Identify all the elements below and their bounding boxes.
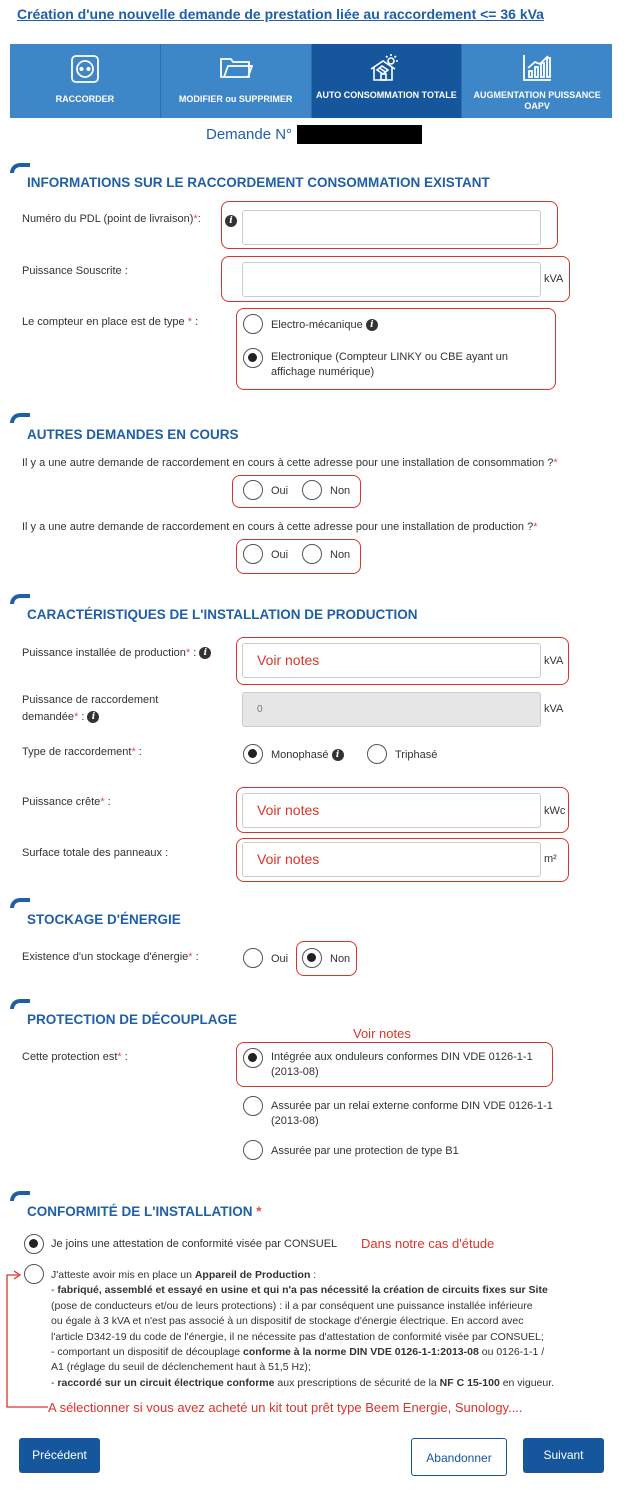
- protection-label: Cette protection est* :: [22, 1051, 128, 1063]
- q1-non-radio[interactable]: [302, 480, 322, 500]
- pdl-label: Numéro du PDL (point de livraison)*:: [22, 213, 201, 225]
- oui-label: Oui: [271, 953, 289, 965]
- compteur-label: Le compteur en place est de type * :: [22, 316, 199, 328]
- annotation-arrow: [6, 1270, 48, 1408]
- monophase-radio[interactable]: [243, 744, 263, 764]
- unit-label: m²: [544, 853, 557, 865]
- section-corner-mark: [10, 594, 30, 604]
- tab-label: AUTO CONSOMMATION TOTALE: [315, 90, 457, 100]
- oui-label: Oui: [271, 485, 289, 497]
- puissance-crete-input[interactable]: Voir notes: [242, 793, 541, 828]
- annotation-note: Dans notre cas d'étude: [361, 1236, 495, 1251]
- protection-opt1-label: Intégrée aux onduleurs conformes DIN VDE…: [271, 1051, 533, 1078]
- non-label: Non: [330, 549, 351, 561]
- tab-raccorder[interactable]: RACCORDER: [10, 44, 161, 118]
- redacted-number: [297, 125, 422, 144]
- section-corner-mark: [10, 163, 30, 173]
- triphase-label: Triphasé: [395, 749, 438, 761]
- question-consommation: Il y a une autre demande de raccordement…: [22, 457, 558, 469]
- surface-input[interactable]: Voir notes: [242, 842, 541, 877]
- puissance-raccordement-input: 0: [242, 692, 541, 727]
- protection-b1-radio[interactable]: [243, 1140, 263, 1160]
- section-title-protection: PROTECTION DE DÉCOUPLAGE: [27, 1012, 238, 1027]
- puissance-crete-label: Puissance crête* :: [22, 796, 111, 808]
- info-icon[interactable]: i: [199, 647, 212, 660]
- section-corner-mark: [10, 1191, 30, 1201]
- q2-non-radio[interactable]: [302, 544, 322, 564]
- compteur-electronique-radio[interactable]: [243, 348, 263, 368]
- section-corner-mark: [10, 413, 30, 423]
- tab-modifier[interactable]: MODIFIER ou SUPPRIMER: [161, 44, 312, 118]
- demande-number-label: Demande N°: [206, 126, 293, 143]
- tab-label: RACCORDER: [55, 94, 115, 104]
- page-title[interactable]: Création d'une nouvelle demande de prest…: [17, 6, 544, 22]
- bar-chart-icon: [523, 55, 552, 81]
- compteur-opt2-label: Electronique (Compteur LINKY ou CBE ayan…: [271, 351, 509, 378]
- tab-auto-consommation[interactable]: AUTO CONSOMMATION TOTALE: [311, 44, 463, 118]
- section-corner-mark: [10, 898, 30, 908]
- puissance-installee-label: Puissance installée de production* : i: [22, 647, 212, 660]
- socket-icon: [70, 55, 99, 83]
- section-title-raccordement: INFORMATIONS SUR LE RACCORDEMENT CONSOMM…: [27, 175, 490, 190]
- conformite-consuel-radio[interactable]: [24, 1234, 44, 1254]
- info-icon[interactable]: i: [331, 749, 344, 762]
- unit-label: kVA: [544, 655, 564, 667]
- puissance-installee-input[interactable]: Voir notes: [242, 643, 541, 678]
- conformite-opt1-label: Je joins une attestation de conformité v…: [51, 1238, 338, 1250]
- surface-label: Surface totale des panneaux :: [22, 847, 169, 859]
- tab-label: MODIFIER ou SUPPRIMER: [178, 94, 293, 104]
- section-title-production: CARACTÉRISTIQUES DE L'INSTALLATION DE PR…: [27, 607, 418, 622]
- unit-label: kWc: [544, 805, 566, 817]
- unit-label: kVA: [544, 703, 564, 715]
- monophase-label: Monophasé i: [271, 748, 344, 763]
- cancel-button[interactable]: Abandonner: [411, 1438, 507, 1476]
- next-button[interactable]: Suivant: [523, 1438, 604, 1473]
- solar-house-icon: [370, 54, 399, 81]
- section-corner-mark: [10, 999, 30, 1009]
- protection-opt3-label: Assurée par une protection de type B1: [271, 1145, 459, 1157]
- section-title-stockage: STOCKAGE D'ÉNERGIE: [27, 912, 181, 927]
- puissance-raccordement-label-2: demandée* : i: [22, 711, 100, 724]
- previous-button[interactable]: Précédent: [19, 1438, 100, 1473]
- section-title-autres-demandes: AUTRES DEMANDES EN COURS: [27, 427, 239, 442]
- folder-icon: [219, 58, 253, 78]
- non-label: Non: [330, 485, 351, 497]
- annotation-note: Voir notes: [353, 1026, 411, 1041]
- protection-relai-radio[interactable]: [243, 1096, 263, 1116]
- info-icon[interactable]: i: [365, 319, 378, 332]
- stockage-non-radio[interactable]: [302, 948, 322, 968]
- puissance-raccordement-label: Puissance de raccordement: [22, 694, 159, 706]
- protection-onduleurs-radio[interactable]: [243, 1048, 263, 1068]
- tab-augmentation[interactable]: AUGMENTATION PUISSANCE OAPV: [462, 44, 612, 118]
- protection-opt2-label: Assurée par un relai externe conforme DI…: [271, 1100, 553, 1127]
- tab-bar: RACCORDER MODIFIER ou SUPPRIMER AUTO CON…: [10, 44, 612, 118]
- puissance-souscrite-input[interactable]: [242, 262, 541, 297]
- triphase-radio[interactable]: [367, 744, 387, 764]
- puissance-souscrite-label: Puissance Souscrite :: [22, 265, 128, 277]
- q2-oui-radio[interactable]: [243, 544, 263, 564]
- compteur-opt1-label: Electro-mécanique i: [271, 318, 378, 333]
- info-icon[interactable]: i: [87, 711, 100, 724]
- compteur-electromecanique-radio[interactable]: [243, 314, 263, 334]
- annotation-note: A sélectionner si vous avez acheté un ki…: [48, 1400, 523, 1415]
- tab-label: AUGMENTATION PUISSANCE OAPV: [473, 90, 601, 111]
- unit-label: kVA: [544, 273, 564, 285]
- pdl-input[interactable]: [242, 210, 541, 245]
- section-title-conformite: CONFORMITÉ DE L'INSTALLATION *: [27, 1204, 262, 1219]
- oui-label: Oui: [271, 549, 289, 561]
- non-label: Non: [330, 953, 351, 965]
- stockage-label: Existence d'un stockage d'énergie* :: [22, 951, 199, 963]
- conformite-opt2-text: J'atteste avoir mis en place un Appareil…: [51, 1269, 555, 1389]
- type-raccordement-label: Type de raccordement* :: [22, 746, 142, 758]
- q1-oui-radio[interactable]: [243, 480, 263, 500]
- question-production: Il y a une autre demande de raccordement…: [22, 521, 538, 533]
- stockage-oui-radio[interactable]: [243, 948, 263, 968]
